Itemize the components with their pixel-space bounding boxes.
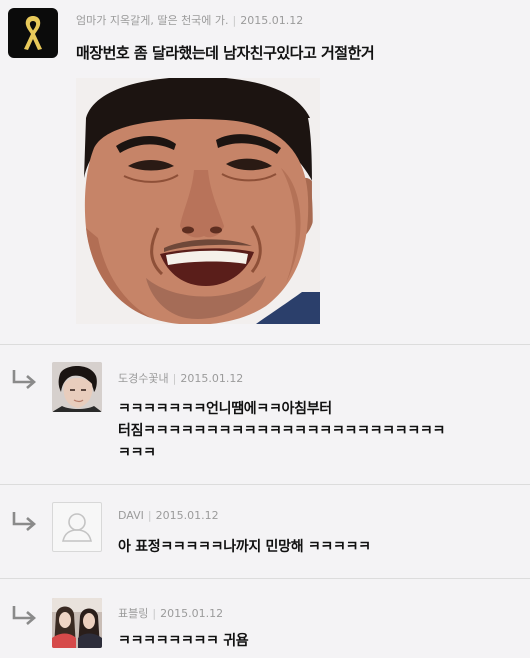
comment-line: ㅋㅋㅋ <box>118 445 156 461</box>
comment-avatar[interactable] <box>52 598 102 648</box>
divider <box>0 578 530 579</box>
comment-line: ㅋㅋㅋㅋㅋㅋㅋㅋ 귀욤 <box>118 633 249 649</box>
reply-arrow-icon <box>12 370 36 389</box>
reply-arrow-icon <box>12 606 36 625</box>
comment-text: 아 표정ㅋㅋㅋㅋㅋ나까지 민망해 ㅋㅋㅋㅋㅋ <box>118 536 371 558</box>
comment-meta: 도경수꽃내 | 2015.01.12 <box>118 372 244 385</box>
post-date: 2015.01.12 <box>240 14 304 27</box>
smiling-face-photo <box>76 78 320 324</box>
post-author[interactable]: 엄마가 지옥갈게, 딸은 천국에 가. <box>76 14 229 27</box>
post-photo[interactable] <box>76 78 320 324</box>
comment-author[interactable]: 도경수꽃내 <box>118 372 169 385</box>
profile-photo <box>52 598 102 648</box>
main-post: 엄마가 지옥갈게, 딸은 천국에 가. | 2015.01.12 매장번호 좀 달라… <box>0 0 530 344</box>
comment-line: 아 표정ㅋㅋㅋㅋㅋ나까지 민망해 ㅋㅋㅋㅋㅋ <box>118 539 371 555</box>
comment-date: 2015.01.12 <box>155 509 219 522</box>
comment-avatar[interactable] <box>52 362 102 412</box>
post-meta: 엄마가 지옥갈게, 딸은 천국에 가. | 2015.01.12 <box>76 14 304 27</box>
comment-meta: DAVI | 2015.01.12 <box>118 509 219 522</box>
comment-avatar[interactable] <box>52 502 102 552</box>
comment-author[interactable]: DAVI <box>118 509 144 522</box>
profile-photo <box>52 362 102 412</box>
divider <box>0 344 530 345</box>
comment-line: ㅋㅋㅋㅋㅋㅋㅋ언니땜에ㅋㅋ아침부터 <box>118 401 332 417</box>
comment-text: ㅋㅋㅋㅋㅋㅋㅋㅋ 귀욤 <box>118 630 249 652</box>
comment-line: 터짐ㅋㅋㅋㅋㅋㅋㅋㅋㅋㅋㅋㅋㅋㅋㅋㅋㅋㅋㅋㅋㅋㅋㅋㅋ <box>118 423 446 439</box>
comment-meta: 표블링 | 2015.01.12 <box>118 607 224 620</box>
divider <box>0 484 530 485</box>
post-text: 매장번호 좀 달라했는데 남자친구있다고 거절한거 <box>76 44 375 62</box>
comment-author[interactable]: 표블링 <box>118 607 148 620</box>
comment-text: ㅋㅋㅋㅋㅋㅋㅋ언니땜에ㅋㅋ아침부터 터짐ㅋㅋㅋㅋㅋㅋㅋㅋㅋㅋㅋㅋㅋㅋㅋㅋㅋㅋㅋㅋ… <box>118 398 445 464</box>
reply-arrow-icon <box>12 512 36 531</box>
default-user-icon <box>62 513 92 542</box>
comment-date: 2015.01.12 <box>180 372 244 385</box>
author-avatar[interactable] <box>8 8 58 58</box>
comment-date: 2015.01.12 <box>160 607 224 620</box>
yellow-ribbon-icon <box>24 16 42 50</box>
